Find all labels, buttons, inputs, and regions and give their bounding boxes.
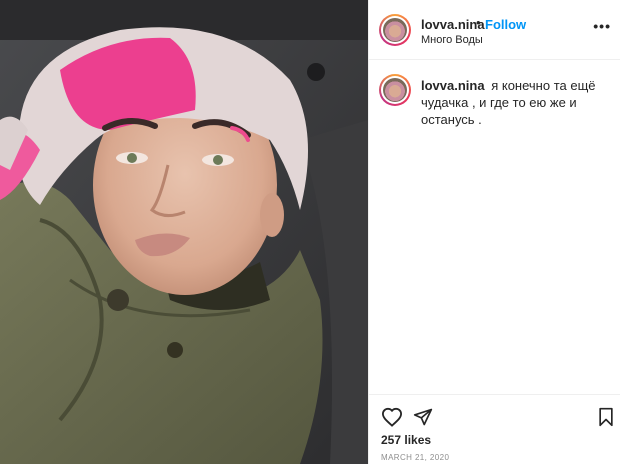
instagram-post: lovva.nina • Follow Много Воды ••• lovva… [0, 0, 620, 464]
separator-dot: • [476, 15, 481, 30]
caption-username-link[interactable]: lovva.nina [421, 78, 485, 93]
avatar-image [383, 78, 407, 102]
post-photo[interactable] [0, 0, 368, 464]
avatar[interactable] [379, 74, 411, 106]
caption-text-block: lovva.nina я конечно та ещё чудачка , и … [421, 77, 611, 128]
three-dots-icon[interactable]: ••• [593, 18, 611, 34]
post-actions: 257 likes MARCH 21, 2020 [369, 394, 620, 464]
avatar[interactable] [379, 14, 411, 46]
likes-count[interactable]: 257 likes [381, 433, 431, 447]
paper-plane-icon[interactable] [413, 407, 433, 427]
post-date[interactable]: MARCH 21, 2020 [381, 453, 449, 462]
heart-outline-icon[interactable] [381, 407, 403, 427]
location-link[interactable]: Много Воды [421, 34, 483, 46]
post-sidebar: lovva.nina • Follow Много Воды ••• lovva… [368, 0, 620, 464]
post-header: lovva.nina • Follow Много Воды ••• [369, 0, 620, 60]
bookmark-icon[interactable] [597, 407, 615, 427]
avatar-image [383, 18, 407, 42]
follow-button[interactable]: Follow [485, 17, 526, 32]
selfie-image [0, 0, 368, 464]
